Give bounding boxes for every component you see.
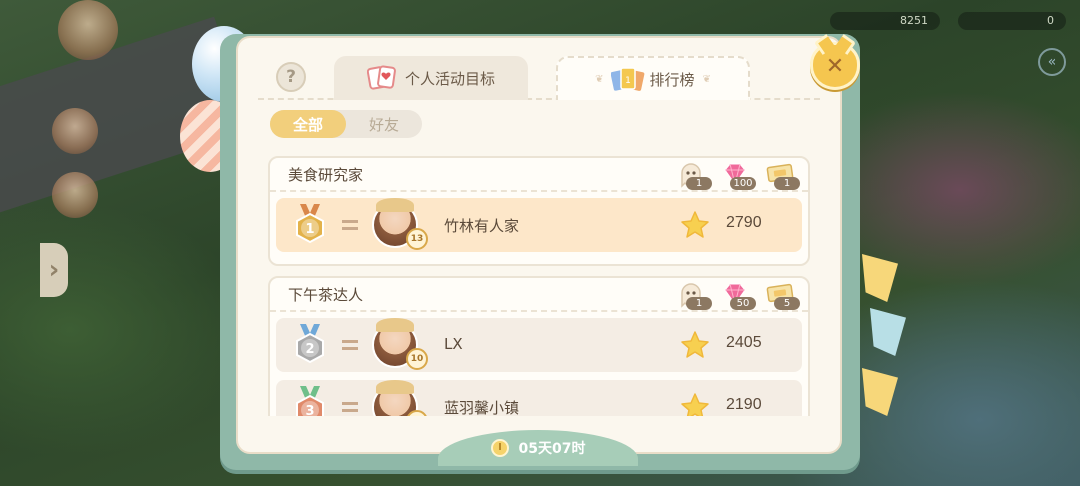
tab-personal-goals[interactable]: 个人活动目标 (334, 56, 528, 100)
gem-reward[interactable]: 100 (722, 162, 756, 190)
gem-reward[interactable]: 50 (722, 282, 756, 310)
gem-counter: 0 (958, 12, 1066, 30)
close-icon: ✕ (825, 53, 845, 79)
player-level-badge: 10 (406, 348, 428, 370)
my-rank-row[interactable]: 1 13 竹林有人家 2790 (276, 198, 802, 252)
reward-count: 1 (686, 297, 712, 310)
section-title: 下午茶达人 (288, 285, 364, 304)
reward-count: 100 (730, 177, 756, 190)
rank-medal-icon: 3 (290, 386, 330, 416)
player-score: 2790 (726, 214, 762, 231)
avatar-hat (376, 198, 414, 212)
player-score: 2190 (726, 396, 762, 413)
player-name: 竹林有人家 (444, 217, 520, 235)
tab-ranking-label: 排行榜 (649, 70, 695, 89)
coin-counter: 8251 (830, 12, 940, 30)
ghost-reward[interactable]: 1 (678, 162, 712, 190)
player-name: LX (444, 335, 463, 353)
cards-heart-icon (366, 64, 397, 92)
question-icon: ? (286, 67, 296, 87)
reward-count: 50 (730, 297, 756, 310)
ticket-reward[interactable]: 1 (766, 162, 800, 190)
section-rows: 210LX2405315蓝羽馨小镇2190 (270, 312, 808, 416)
side-npc-avatar-1[interactable] (52, 108, 98, 154)
right-nav-icon[interactable]: « (1038, 48, 1066, 76)
equals-icon (342, 402, 358, 412)
ranking-list[interactable]: 美食研究家 1 100 1 1 13 竹林有人家 2790 下午茶达人 1 50 5 2 10 LX 2405… (268, 156, 812, 416)
ticket-reward[interactable]: 5 (766, 282, 800, 310)
avatar-hat (376, 318, 414, 332)
star-icon (680, 392, 710, 416)
tab-ranking[interactable]: ❦ 1 排行榜 ❦ (556, 56, 750, 100)
reward-count: 1 (686, 177, 712, 190)
section-header: 下午茶达人 1 50 5 (270, 278, 808, 312)
star-icon (680, 330, 710, 360)
expand-left-arrow[interactable]: › (40, 243, 68, 297)
ghost-reward[interactable]: 1 (678, 282, 712, 310)
filter-all[interactable]: 全部 (270, 110, 346, 138)
section-rewards: 1 100 1 (678, 162, 800, 190)
close-button[interactable]: ✕ (810, 42, 860, 90)
svg-text:1: 1 (305, 222, 314, 237)
rank-medal-icon: 1 (290, 204, 330, 248)
timer-text: 05天07时 (518, 441, 586, 457)
section-header: 美食研究家 1 100 1 (270, 158, 808, 192)
tab-personal-label: 个人活动目标 (404, 69, 495, 88)
rank-section: 美食研究家 1 100 1 1 13 竹林有人家 2790 (268, 156, 810, 266)
help-button[interactable]: ? (276, 62, 306, 92)
filter-toggle: 全部 好友 (270, 110, 422, 138)
clock-icon (490, 439, 509, 457)
player-score: 2405 (726, 334, 762, 351)
equals-icon (342, 340, 358, 350)
svg-text:3: 3 (305, 404, 314, 416)
rank-section: 下午茶达人 1505 2 10 LX 2405 3 1 5 蓝羽馨小镇 2190 (268, 276, 810, 416)
svg-text:2: 2 (305, 342, 314, 357)
section-title: 美食研究家 (288, 165, 364, 184)
player-level-badge: 13 (406, 228, 428, 250)
side-npc-avatar-2[interactable] (52, 172, 98, 218)
rank-row[interactable]: 2 10 LX 2405 (276, 318, 802, 372)
avatar-hat (376, 380, 414, 394)
section-rows: 1 13 竹林有人家 2790 (270, 192, 808, 264)
equals-icon (342, 220, 358, 230)
side-character-avatar[interactable] (58, 0, 118, 60)
filter-friends[interactable]: 好友 (346, 110, 422, 138)
tab-decoration-left: ❦ (595, 73, 604, 85)
tab-decoration-right: ❦ (702, 73, 711, 85)
rank-row[interactable]: 315蓝羽馨小镇2190 (276, 380, 802, 416)
reward-count: 1 (774, 177, 800, 190)
rank-medal-icon: 2 (290, 324, 330, 368)
ranking-icon-badge: 1 (626, 76, 632, 86)
player-name: 蓝羽馨小镇 (444, 399, 520, 416)
reward-count: 5 (774, 297, 800, 310)
star-icon (680, 210, 710, 240)
section-rewards: 1 50 5 (678, 282, 800, 310)
ranking-cards-icon: 1 (611, 65, 645, 93)
